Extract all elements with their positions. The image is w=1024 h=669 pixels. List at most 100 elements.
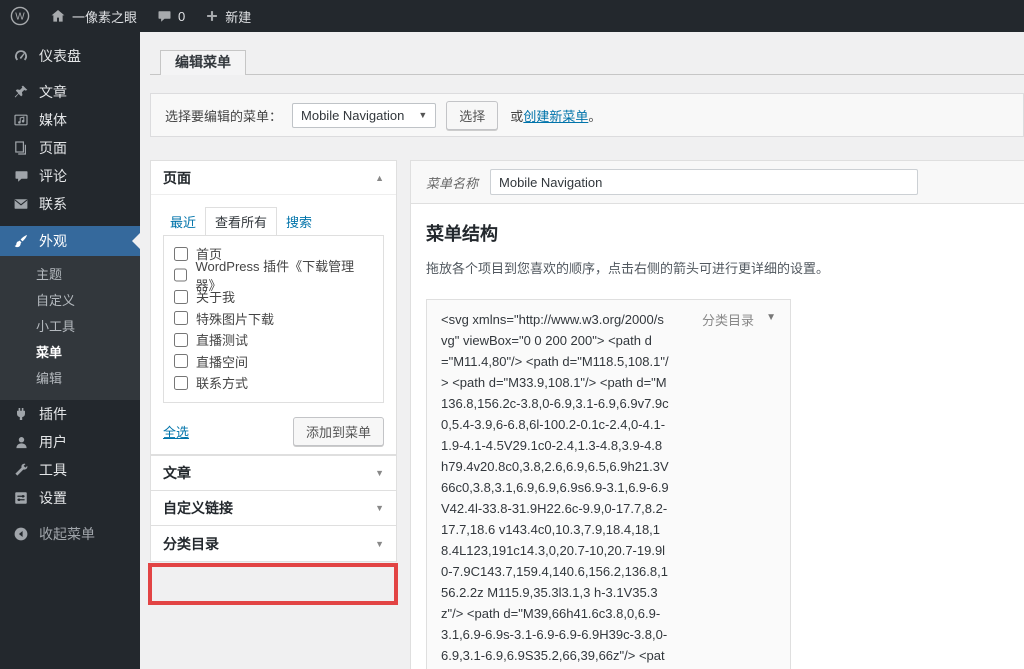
wordpress-logo-menu[interactable]: W — [0, 0, 40, 32]
red-annotation-rectangle — [148, 563, 398, 605]
page-checkbox[interactable] — [174, 311, 188, 326]
menu-structure-section: 菜单结构 拖放各个项目到您喜欢的顺序，点击右侧的箭头可进行更详细的设置。 <sv… — [411, 204, 1024, 669]
sidebar-label: 页面 — [39, 140, 67, 156]
sidebar-label: 文章 — [39, 84, 67, 100]
admin-bar: W 一像素之眼 0 新建 — [0, 0, 1024, 32]
page-checkbox[interactable] — [174, 375, 188, 390]
active-menu-arrow — [124, 233, 140, 249]
submenu-item-customize[interactable]: 自定义 — [0, 288, 140, 314]
sidebar-item-comments[interactable]: 评论 — [0, 162, 140, 190]
sidebar-item-pages[interactable]: 页面 — [0, 134, 140, 162]
admin-sidebar: 仪表盘 文章 媒体 页面 评论 联系 外观 主题 自定义 小工具 菜单 编辑 插… — [0, 32, 140, 669]
sidebar-item-plugins[interactable]: 插件 — [0, 400, 140, 428]
menu-item-handle[interactable]: <svg xmlns="http://www.w3.org/2000/svg" … — [426, 299, 791, 669]
sidebar-label: 联系 — [39, 196, 67, 212]
categories-accordion-box: 分类目录 ▼ — [150, 525, 397, 562]
menu-select-value: Mobile Navigation — [301, 107, 405, 123]
pages-box-footer: 全选 添加到菜单 — [163, 403, 384, 460]
sidebar-label: 设置 — [39, 490, 67, 506]
page-checkbox[interactable] — [174, 268, 188, 283]
page-checkbox[interactable] — [174, 246, 188, 261]
posts-accordion-box: 文章 ▼ — [150, 455, 397, 491]
comments-shortcut[interactable]: 0 — [147, 0, 195, 32]
menu-edit-panel: 菜单名称 菜单结构 拖放各个项目到您喜欢的顺序，点击右侧的箭头可进行更详细的设置… — [410, 160, 1024, 669]
add-to-menu-button[interactable]: 添加到菜单 — [292, 416, 384, 446]
appearance-submenu: 主题 自定义 小工具 菜单 编辑 — [0, 256, 140, 400]
collapse-menu-label: 收起菜单 — [39, 526, 95, 542]
sidebar-label: 媒体 — [39, 112, 67, 128]
page-checkbox-row[interactable]: 联系方式 — [164, 372, 383, 394]
pages-checklist: 首页 WordPress 插件《下载管理器》 关于我 特殊图片下载 直播测试 直… — [163, 235, 384, 403]
menu-select-label: 选择要编辑的菜单： — [165, 108, 283, 124]
select-menu-button[interactable]: 选择 — [446, 100, 499, 130]
submenu-item-editor[interactable]: 编辑 — [0, 366, 140, 392]
sidebar-item-media[interactable]: 媒体 — [0, 106, 140, 134]
sidebar-item-appearance[interactable]: 外观 — [0, 226, 140, 256]
new-content-menu[interactable]: 新建 — [195, 0, 261, 32]
page-checkbox[interactable] — [174, 332, 188, 347]
sidebar-item-tools[interactable]: 工具 — [0, 456, 140, 484]
tab-view-all[interactable]: 查看所有 — [205, 207, 278, 236]
sidebar-label: 工具 — [39, 462, 67, 478]
custom-links-accordion-box: 自定义链接 ▼ — [150, 490, 397, 526]
page-checkbox-row[interactable]: WordPress 插件《下载管理器》 — [164, 259, 383, 293]
chevron-down-icon: ▼ — [418, 110, 428, 120]
create-new-menu-link[interactable]: 创建新菜单 — [523, 109, 588, 124]
select-all-link[interactable]: 全选 — [163, 422, 189, 441]
posts-accordion-header[interactable]: 文章 ▼ — [151, 456, 396, 490]
sidebar-label: 评论 — [39, 168, 67, 184]
collapse-arrow-icon — [12, 526, 30, 542]
plug-icon — [12, 406, 30, 422]
sidebar-item-contact[interactable]: 联系 — [0, 190, 140, 218]
submenu-item-widgets[interactable]: 小工具 — [0, 314, 140, 340]
envelope-icon — [12, 196, 30, 212]
menu-select-bar: 选择要编辑的菜单： Mobile Navigation ▼ 选择 或创建新菜单。 — [150, 93, 1024, 137]
submenu-item-themes[interactable]: 主题 — [0, 262, 140, 288]
menu-name-label: 菜单名称 — [426, 175, 479, 191]
chevron-down-icon[interactable]: ▼ — [375, 539, 384, 549]
sidebar-item-dashboard[interactable]: 仪表盘 — [0, 42, 140, 70]
user-icon — [12, 435, 30, 450]
menu-item-type-label: 分类目录 — [701, 313, 754, 328]
submenu-item-menus[interactable]: 菜单 — [0, 340, 140, 366]
tabs-underline — [150, 74, 1024, 75]
pages-icon — [12, 140, 30, 156]
menu-structure-title: 菜单结构 — [426, 224, 498, 244]
comment-bubble-icon — [12, 169, 30, 184]
settings-sliders-icon — [12, 490, 30, 506]
pushpin-icon — [12, 84, 30, 100]
wordpress-logo-icon: W — [10, 6, 30, 26]
pages-accordion-body: 最近 查看所有 搜索 首页 WordPress 插件《下载管理器》 关于我 特殊… — [151, 195, 396, 460]
page-checkbox-row[interactable]: 直播测试 — [164, 329, 383, 351]
sidebar-label: 用户 — [39, 434, 67, 450]
page-checkbox[interactable] — [174, 289, 188, 304]
comment-count: 0 — [178, 8, 186, 24]
sidebar-item-settings[interactable]: 设置 — [0, 484, 140, 512]
categories-accordion-header[interactable]: 分类目录 ▼ — [151, 526, 396, 561]
tab-search[interactable]: 搜索 — [279, 207, 319, 236]
page-checkbox-row[interactable]: 直播空间 — [164, 351, 383, 373]
chevron-down-icon[interactable]: ▼ — [375, 468, 384, 478]
pages-accordion-box: 页面 ▲ 最近 查看所有 搜索 首页 WordPress 插件《下载管理器》 关… — [150, 160, 397, 455]
pages-accordion-header[interactable]: 页面 ▲ — [151, 161, 396, 195]
pages-box-title: 页面 — [163, 169, 191, 186]
plus-icon — [205, 9, 219, 23]
wrench-icon — [12, 462, 30, 478]
sidebar-item-posts[interactable]: 文章 — [0, 78, 140, 106]
chevron-down-icon[interactable]: ▼ — [766, 312, 776, 323]
page-checkbox[interactable] — [174, 354, 188, 369]
menu-name-bar: 菜单名称 — [411, 161, 1024, 204]
tab-most-recent[interactable]: 最近 — [163, 207, 203, 236]
page-checkbox-row[interactable]: 特殊图片下载 — [164, 308, 383, 330]
or-create-text: 或创建新菜单。 — [510, 108, 602, 124]
custom-links-accordion-header[interactable]: 自定义链接 ▼ — [151, 491, 396, 525]
chevron-up-icon[interactable]: ▲ — [375, 173, 384, 183]
chevron-down-icon[interactable]: ▼ — [375, 503, 384, 513]
menu-name-input[interactable] — [490, 169, 919, 195]
menu-select-dropdown[interactable]: Mobile Navigation ▼ — [292, 102, 437, 128]
tab-edit-menus[interactable]: 编辑菜单 — [160, 50, 246, 75]
site-link[interactable]: 一像素之眼 — [40, 0, 147, 32]
comment-bubble-icon — [157, 9, 172, 24]
sidebar-item-users[interactable]: 用户 — [0, 428, 140, 456]
collapse-menu-button[interactable]: 收起菜单 — [0, 520, 140, 548]
